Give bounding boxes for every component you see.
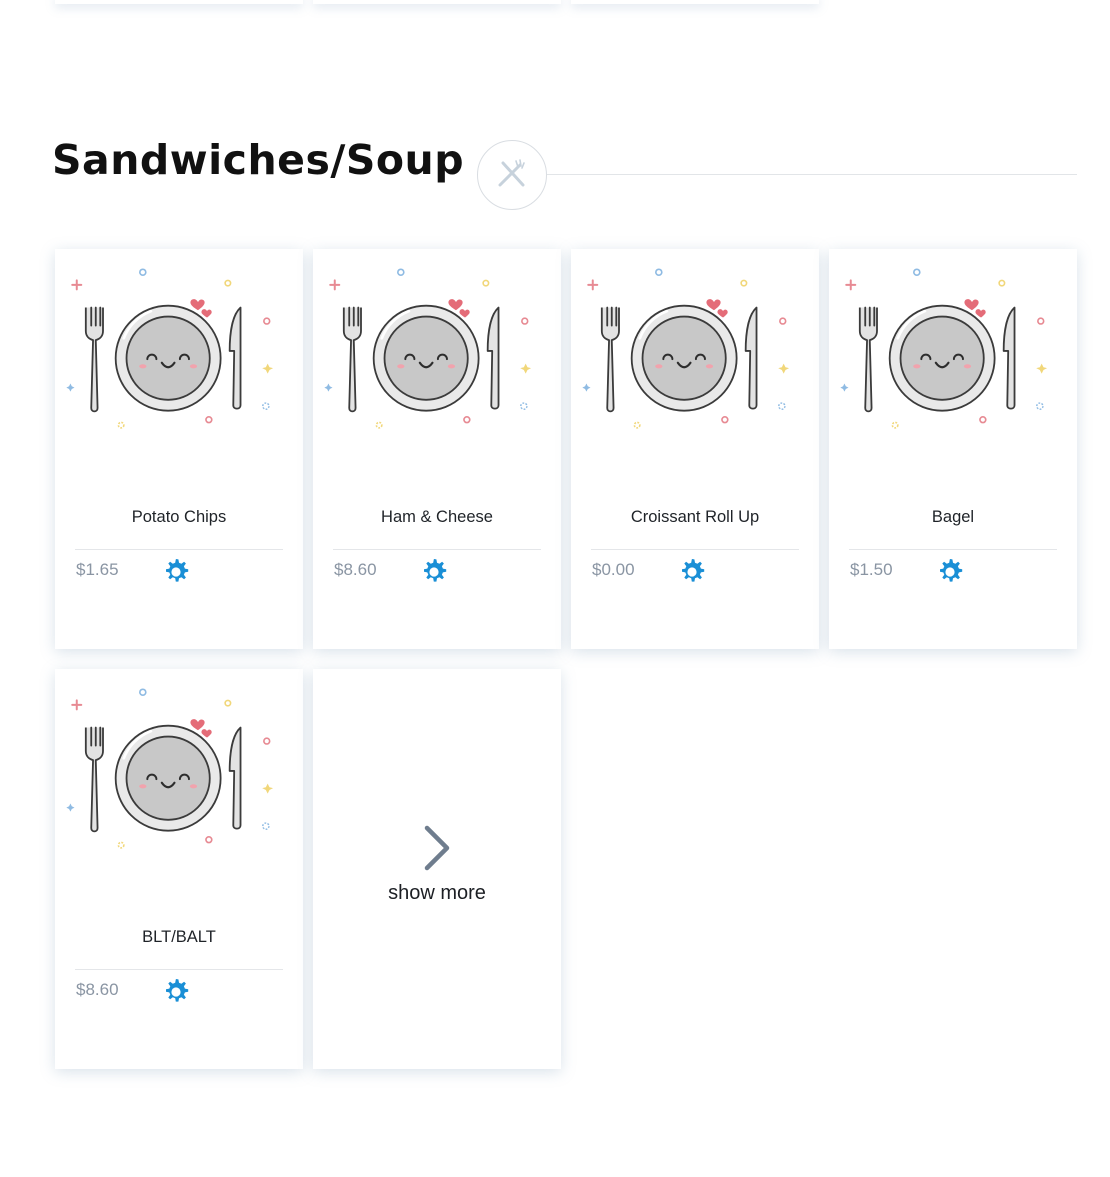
product-name: Croissant Roll Up [630,508,760,526]
product-price: $8.60 [76,980,119,999]
product-price: $1.50 [850,560,893,579]
product-card[interactable]: Ham & Cheese $8.60 [313,249,561,649]
product-name: Bagel [931,508,975,526]
card-edge [55,0,303,4]
chevron-right-icon [424,825,450,870]
divider [75,549,283,550]
product-card[interactable]: Bagel $1.50 [829,249,1077,649]
divider [75,969,283,970]
gear-icon[interactable] [677,557,707,587]
divider [849,549,1057,550]
section-divider [547,174,1077,175]
fork-knife-icon [477,140,547,210]
show-more-label: show more [388,881,486,904]
divider [333,549,541,550]
plate-illustration-icon [581,267,791,430]
section-title: Sandwiches/Soup [52,136,465,184]
product-card[interactable]: Potato Chips $1.65 [55,249,303,649]
product-name: Ham & Cheese [381,508,493,526]
product-grid: Potato Chips $1.65 Ham & Cheese $8.60 Cr… [55,249,1077,1069]
gear-icon[interactable] [161,977,191,1007]
previous-section-cards [55,0,820,6]
product-card[interactable]: Croissant Roll Up $0.00 [571,249,819,649]
product-price: $1.65 [76,560,119,579]
plate-illustration-icon [65,687,275,850]
plate-illustration-icon [323,267,533,430]
product-price: $8.60 [334,560,377,579]
show-more-card[interactable]: show more [313,669,561,1069]
card-edge [313,0,561,4]
gear-icon[interactable] [419,557,449,587]
gear-icon[interactable] [161,557,191,587]
product-name: BLT/BALT [142,928,216,946]
plate-illustration-icon [839,267,1049,430]
divider [591,549,799,550]
plate-illustration-icon [65,267,275,430]
gear-icon[interactable] [935,557,965,587]
product-card[interactable]: BLT/BALT $8.60 [55,669,303,1069]
product-name: Potato Chips [131,508,227,526]
product-price: $0.00 [592,560,635,579]
card-edge [571,0,819,4]
